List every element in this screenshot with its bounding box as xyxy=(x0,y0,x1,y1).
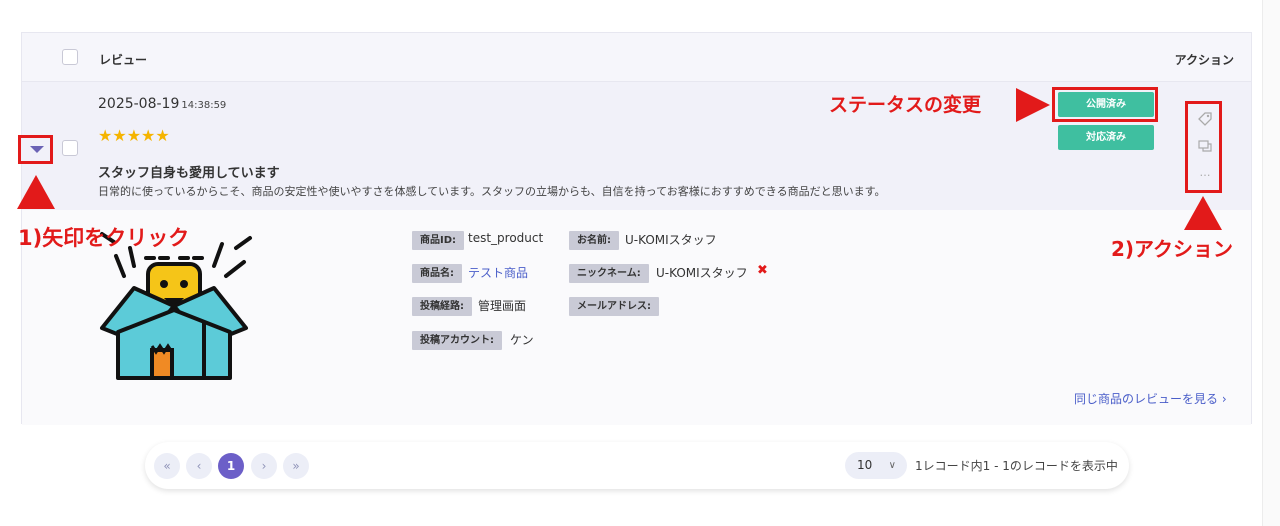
per-page-select[interactable]: 10 ∨ xyxy=(845,452,907,479)
name-value: U-KOMIスタッフ xyxy=(625,233,717,247)
per-page-value: 10 xyxy=(857,458,873,472)
account-label: 投稿アカウント: xyxy=(412,331,502,350)
annotation-arrow-right xyxy=(1016,88,1050,122)
table-header: レビュー アクション xyxy=(22,33,1251,82)
comment-icon[interactable] xyxy=(1198,139,1212,153)
tag-icon[interactable] xyxy=(1198,112,1212,126)
product-id-value: test_product xyxy=(468,231,544,245)
header-review: レビュー xyxy=(99,53,148,67)
review-datetime: 2025-08-19 14:38:59 xyxy=(98,96,226,112)
action-annotation: 2)アクション xyxy=(1111,237,1234,261)
status-change-annotation: ステータスの変更 xyxy=(829,94,982,116)
source-label: 投稿経路: xyxy=(412,297,472,316)
open-box-illustration xyxy=(100,232,252,380)
annotation-arrow-up-right xyxy=(1184,196,1222,230)
last-page-button[interactable]: » xyxy=(283,453,309,479)
product-id-label: 商品ID: xyxy=(412,231,465,250)
select-all-checkbox[interactable] xyxy=(62,49,78,65)
chevron-down-icon xyxy=(30,146,44,153)
expand-row-button[interactable] xyxy=(18,135,53,164)
chevron-down-icon: ∨ xyxy=(888,460,896,471)
first-page-button[interactable]: « xyxy=(154,453,180,479)
review-detail-panel: 商品ID: test_product 商品名: テスト商品 投稿経路: 管理画面… xyxy=(22,210,1251,425)
nickname-remove-icon[interactable]: ✖ xyxy=(757,263,768,278)
name-label: お名前: xyxy=(569,231,619,250)
page-1-button[interactable]: 1 xyxy=(218,453,244,479)
pagination-bar: « ‹ 1 › » 10 ∨ 1レコード内1 - 1のレコードを表示中 xyxy=(145,442,1129,489)
product-name-label: 商品名: xyxy=(412,264,462,283)
nickname-value: U-KOMIスタッフ xyxy=(656,266,748,280)
record-count-info: 1レコード内1 - 1のレコードを表示中 xyxy=(915,459,1118,473)
review-date: 2025-08-19 xyxy=(98,96,180,112)
next-page-button[interactable]: › xyxy=(251,453,277,479)
star-rating: ★★★★★ xyxy=(98,126,170,145)
action-icons-highlight: … xyxy=(1185,101,1222,193)
review-body: 日常的に使っているからこそ、商品の安定性や使いやすさを体感しています。スタッフの… xyxy=(98,185,886,198)
header-action: アクション xyxy=(1174,53,1234,67)
nickname-label: ニックネーム: xyxy=(569,264,649,283)
account-value: ケン xyxy=(510,333,534,347)
review-title: スタッフ自身も愛用しています xyxy=(98,166,280,181)
email-label: メールアドレス: xyxy=(569,297,659,316)
click-arrow-annotation: 1)矢印をクリック xyxy=(18,226,190,250)
same-product-reviews-link[interactable]: 同じ商品のレビューを見る › xyxy=(1074,390,1227,407)
row-checkbox[interactable] xyxy=(62,140,78,156)
product-name-link[interactable]: テスト商品 xyxy=(468,264,528,281)
status-published-button[interactable]: 公開済み xyxy=(1058,92,1154,117)
review-time: 14:38:59 xyxy=(181,100,227,111)
prev-page-button[interactable]: ‹ xyxy=(186,453,212,479)
annotation-arrow-up-left xyxy=(17,175,55,209)
more-icon[interactable]: … xyxy=(1198,166,1212,180)
handled-button[interactable]: 対応済み xyxy=(1058,125,1154,150)
source-value: 管理画面 xyxy=(478,299,527,313)
page-scrollbar[interactable] xyxy=(1262,0,1280,526)
